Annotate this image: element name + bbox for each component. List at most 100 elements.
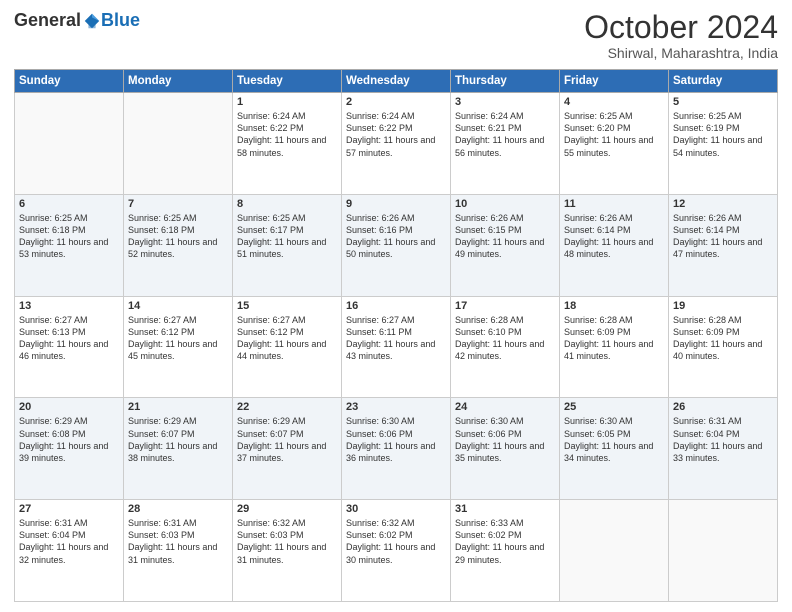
week-row-3: 13 Sunrise: 6:27 AMSunset: 6:13 PMDayligh… bbox=[15, 296, 778, 398]
day-number: 6 bbox=[19, 198, 119, 210]
day-info: Sunrise: 6:27 AMSunset: 6:13 PMDaylight:… bbox=[19, 314, 119, 363]
day-header-friday: Friday bbox=[560, 70, 669, 93]
day-info: Sunrise: 6:27 AMSunset: 6:12 PMDaylight:… bbox=[128, 314, 228, 363]
day-info: Sunrise: 6:28 AMSunset: 6:09 PMDaylight:… bbox=[564, 314, 664, 363]
day-info: Sunrise: 6:26 AMSunset: 6:14 PMDaylight:… bbox=[564, 212, 664, 261]
day-number: 10 bbox=[455, 198, 555, 210]
day-number: 13 bbox=[19, 300, 119, 312]
calendar-cell: 1Sunrise: 6:24 AMSunset: 6:22 PMDaylight… bbox=[233, 93, 342, 195]
day-number: 9 bbox=[346, 198, 446, 210]
day-info: Sunrise: 6:26 AMSunset: 6:16 PMDaylight:… bbox=[346, 212, 446, 261]
calendar-cell: 3 Sunrise: 6:24 AMSunset: 6:21 PMDaylight… bbox=[451, 93, 560, 195]
day-number: 29 bbox=[237, 503, 337, 515]
day-info: Sunrise: 6:24 AMSunset: 6:22 PMDaylight:… bbox=[346, 110, 446, 159]
calendar-cell: 2Sunrise: 6:24 AMSunset: 6:22 PMDaylight… bbox=[342, 93, 451, 195]
day-number: 28 bbox=[128, 503, 228, 515]
day-number: 20 bbox=[19, 401, 119, 413]
day-info: Sunrise: 6:28 AMSunset: 6:10 PMDaylight:… bbox=[455, 314, 555, 363]
day-info: Sunrise: 6:29 AMSunset: 6:07 PMDaylight:… bbox=[237, 415, 337, 464]
day-info: Sunrise: 6:31 AMSunset: 6:04 PMDaylight:… bbox=[19, 517, 119, 566]
calendar-cell: 4Sunrise: 6:25 AMSunset: 6:20 PMDaylight… bbox=[560, 93, 669, 195]
day-number: 30 bbox=[346, 503, 446, 515]
day-number: 24 bbox=[455, 401, 555, 413]
calendar-cell: 12Sunrise: 6:26 AMSunset: 6:14 PMDayligh… bbox=[669, 194, 778, 296]
logo: General Blue bbox=[14, 10, 140, 31]
day-info: Sunrise: 6:31 AMSunset: 6:03 PMDaylight:… bbox=[128, 517, 228, 566]
day-info: Sunrise: 6:32 AMSunset: 6:02 PMDaylight:… bbox=[346, 517, 446, 566]
calendar-cell bbox=[15, 93, 124, 195]
day-number: 16 bbox=[346, 300, 446, 312]
day-header-tuesday: Tuesday bbox=[233, 70, 342, 93]
day-info: Sunrise: 6:27 AMSunset: 6:11 PMDaylight:… bbox=[346, 314, 446, 363]
calendar-cell: 17Sunrise: 6:28 AMSunset: 6:10 PMDayligh… bbox=[451, 296, 560, 398]
day-header-monday: Monday bbox=[124, 70, 233, 93]
day-info: Sunrise: 6:33 AMSunset: 6:02 PMDaylight:… bbox=[455, 517, 555, 566]
calendar-cell: 20 Sunrise: 6:29 AMSunset: 6:08 PMDayligh… bbox=[15, 398, 124, 500]
day-info: Sunrise: 6:31 AMSunset: 6:04 PMDaylight:… bbox=[673, 415, 773, 464]
calendar-body: 1Sunrise: 6:24 AMSunset: 6:22 PMDaylight… bbox=[15, 93, 778, 602]
day-info: Sunrise: 6:30 AMSunset: 6:05 PMDaylight:… bbox=[564, 415, 664, 464]
title-block: October 2024 Shirwal, Maharashtra, India bbox=[584, 10, 778, 61]
day-number: 5 bbox=[673, 96, 773, 108]
calendar-cell: 14 Sunrise: 6:27 AMSunset: 6:12 PMDayligh… bbox=[124, 296, 233, 398]
day-info: Sunrise: 6:25 AMSunset: 6:18 PMDaylight:… bbox=[19, 212, 119, 261]
header-row: SundayMondayTuesdayWednesdayThursdayFrid… bbox=[15, 70, 778, 93]
calendar-cell: 26Sunrise: 6:31 AMSunset: 6:04 PMDayligh… bbox=[669, 398, 778, 500]
header: General Blue October 2024 Shirwal, Mahar… bbox=[14, 10, 778, 61]
calendar-cell: 7Sunrise: 6:25 AMSunset: 6:18 PMDaylight… bbox=[124, 194, 233, 296]
day-info: Sunrise: 6:25 AMSunset: 6:18 PMDaylight:… bbox=[128, 212, 228, 261]
calendar-cell: 27 Sunrise: 6:31 AMSunset: 6:04 PMDayligh… bbox=[15, 500, 124, 602]
day-number: 18 bbox=[564, 300, 664, 312]
day-number: 21 bbox=[128, 401, 228, 413]
day-info: Sunrise: 6:25 AMSunset: 6:20 PMDaylight:… bbox=[564, 110, 664, 159]
day-info: Sunrise: 6:26 AMSunset: 6:14 PMDaylight:… bbox=[673, 212, 773, 261]
calendar-cell: 31Sunrise: 6:33 AMSunset: 6:02 PMDayligh… bbox=[451, 500, 560, 602]
week-row-2: 6 Sunrise: 6:25 AMSunset: 6:18 PMDaylight… bbox=[15, 194, 778, 296]
calendar-cell: 19Sunrise: 6:28 AMSunset: 6:09 PMDayligh… bbox=[669, 296, 778, 398]
calendar-cell: 15Sunrise: 6:27 AMSunset: 6:12 PMDayligh… bbox=[233, 296, 342, 398]
day-number: 23 bbox=[346, 401, 446, 413]
calendar-cell: 10 Sunrise: 6:26 AMSunset: 6:15 PMDayligh… bbox=[451, 194, 560, 296]
calendar-cell bbox=[669, 500, 778, 602]
calendar-cell bbox=[124, 93, 233, 195]
day-number: 8 bbox=[237, 198, 337, 210]
day-header-saturday: Saturday bbox=[669, 70, 778, 93]
day-info: Sunrise: 6:29 AMSunset: 6:08 PMDaylight:… bbox=[19, 415, 119, 464]
calendar-cell: 16 Sunrise: 6:27 AMSunset: 6:11 PMDayligh… bbox=[342, 296, 451, 398]
day-info: Sunrise: 6:25 AMSunset: 6:19 PMDaylight:… bbox=[673, 110, 773, 159]
day-info: Sunrise: 6:26 AMSunset: 6:15 PMDaylight:… bbox=[455, 212, 555, 261]
page-container: General Blue October 2024 Shirwal, Mahar… bbox=[0, 0, 792, 612]
day-number: 27 bbox=[19, 503, 119, 515]
calendar-cell: 9 Sunrise: 6:26 AMSunset: 6:16 PMDaylight… bbox=[342, 194, 451, 296]
calendar-cell: 29Sunrise: 6:32 AMSunset: 6:03 PMDayligh… bbox=[233, 500, 342, 602]
calendar-cell: 6 Sunrise: 6:25 AMSunset: 6:18 PMDaylight… bbox=[15, 194, 124, 296]
calendar-cell: 23 Sunrise: 6:30 AMSunset: 6:06 PMDayligh… bbox=[342, 398, 451, 500]
day-number: 25 bbox=[564, 401, 664, 413]
month-title: October 2024 bbox=[584, 10, 778, 45]
logo-general: General bbox=[14, 10, 81, 31]
day-info: Sunrise: 6:25 AMSunset: 6:17 PMDaylight:… bbox=[237, 212, 337, 261]
day-number: 19 bbox=[673, 300, 773, 312]
day-number: 14 bbox=[128, 300, 228, 312]
logo-blue: Blue bbox=[101, 10, 140, 31]
calendar-cell: 28 Sunrise: 6:31 AMSunset: 6:03 PMDayligh… bbox=[124, 500, 233, 602]
calendar-cell: 22Sunrise: 6:29 AMSunset: 6:07 PMDayligh… bbox=[233, 398, 342, 500]
calendar-cell: 25 Sunrise: 6:30 AMSunset: 6:05 PMDayligh… bbox=[560, 398, 669, 500]
day-number: 11 bbox=[564, 198, 664, 210]
day-info: Sunrise: 6:30 AMSunset: 6:06 PMDaylight:… bbox=[455, 415, 555, 464]
calendar-cell: 5 Sunrise: 6:25 AMSunset: 6:19 PMDaylight… bbox=[669, 93, 778, 195]
day-header-wednesday: Wednesday bbox=[342, 70, 451, 93]
day-info: Sunrise: 6:24 AMSunset: 6:21 PMDaylight:… bbox=[455, 110, 555, 159]
day-info: Sunrise: 6:24 AMSunset: 6:22 PMDaylight:… bbox=[237, 110, 337, 159]
calendar-table: SundayMondayTuesdayWednesdayThursdayFrid… bbox=[14, 69, 778, 602]
calendar-cell: 18 Sunrise: 6:28 AMSunset: 6:09 PMDayligh… bbox=[560, 296, 669, 398]
day-info: Sunrise: 6:27 AMSunset: 6:12 PMDaylight:… bbox=[237, 314, 337, 363]
calendar-header: SundayMondayTuesdayWednesdayThursdayFrid… bbox=[15, 70, 778, 93]
logo-icon bbox=[83, 12, 101, 30]
calendar-cell: 24 Sunrise: 6:30 AMSunset: 6:06 PMDayligh… bbox=[451, 398, 560, 500]
day-info: Sunrise: 6:30 AMSunset: 6:06 PMDaylight:… bbox=[346, 415, 446, 464]
week-row-4: 20 Sunrise: 6:29 AMSunset: 6:08 PMDayligh… bbox=[15, 398, 778, 500]
day-number: 3 bbox=[455, 96, 555, 108]
day-header-sunday: Sunday bbox=[15, 70, 124, 93]
week-row-5: 27 Sunrise: 6:31 AMSunset: 6:04 PMDayligh… bbox=[15, 500, 778, 602]
